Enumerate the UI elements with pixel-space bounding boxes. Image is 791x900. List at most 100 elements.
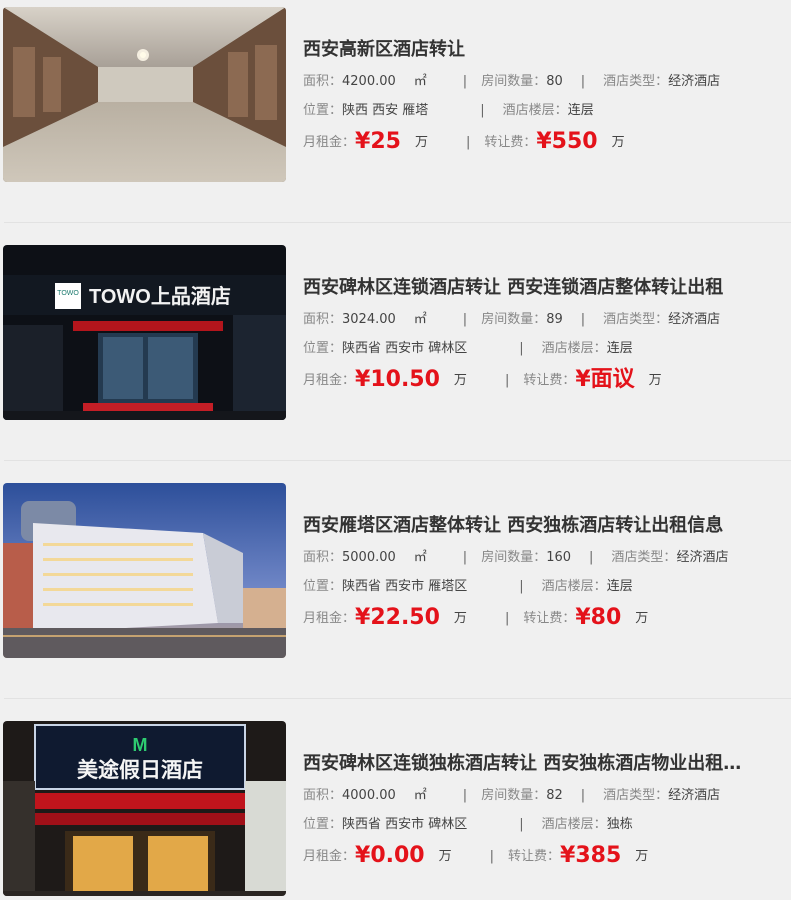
location-label: 位置： <box>303 579 343 594</box>
rooms-value: 89 <box>546 312 563 327</box>
rent-label: 月租金： <box>303 373 356 388</box>
location-value: 陕西省 西安市 碑林区 <box>342 817 468 832</box>
separator: | <box>462 74 468 89</box>
banquet-hall-image <box>3 7 286 182</box>
separator: | <box>462 312 468 327</box>
rooms-label: 房间数量： <box>481 788 547 803</box>
rent-value: ¥0.00 <box>355 843 425 868</box>
listing-price-row: 月租金：¥10.50 万 | 转让费：¥面议万 <box>303 365 787 395</box>
metu-holiday-inn-storefront-image: M 美途假日酒店 <box>3 721 286 896</box>
towo-storefront-image: TOWO TOWO上品酒店 <box>3 245 286 420</box>
hotel-building-dusk-image <box>3 483 286 658</box>
floor-value: 连层 <box>606 579 633 594</box>
fee-unit: 万 <box>635 611 649 626</box>
location-value: 陕西省 西安市 碑林区 <box>342 341 468 356</box>
area-label: 面积： <box>303 788 343 803</box>
listing-stats-row: 面积：3024.00 ㎡ | 房间数量：89 | 酒店类型：经济酒店 <box>303 310 787 330</box>
rent-value: ¥22.50 <box>355 605 440 630</box>
listing-thumbnail-hotel-building[interactable] <box>3 483 286 658</box>
separator: | <box>480 103 485 118</box>
hotel-listing-list: 西安高新区酒店转让 面积：4200.00 ㎡ | 房间数量：80 | 酒店类型：经济酒店 … <box>0 0 791 900</box>
area-unit: ㎡ <box>413 788 427 803</box>
listing-location-row: 位置：陕西省 西安市 碑林区 | 酒店楼层：独栋 <box>303 815 787 835</box>
listing-stats-row: 面积：5000.00 ㎡ | 房间数量：160 | 酒店类型：经济酒店 <box>303 548 787 568</box>
listing-title[interactable]: 西安碑林区连锁酒店转让 西安连锁酒店整体转让出租 <box>303 273 787 299</box>
area-label: 面积： <box>303 312 343 327</box>
floor-label: 酒店楼层： <box>541 817 607 832</box>
listing-thumbnail-metu-hotel[interactable]: M 美途假日酒店 <box>3 721 286 896</box>
listing-title[interactable]: 西安雁塔区酒店整体转让 西安独栋酒店转让出租信息 <box>303 511 787 537</box>
listing-price-row: 月租金：¥22.50 万 | 转让费：¥80 万 <box>303 603 787 633</box>
type-label: 酒店类型： <box>611 550 677 565</box>
location-value: 陕西省 西安市 雁塔区 <box>342 579 468 594</box>
type-label: 酒店类型： <box>603 312 669 327</box>
type-value: 经济酒店 <box>668 74 721 89</box>
separator: | <box>462 550 468 565</box>
listing-location-row: 位置：陕西 西安 雁塔 | 酒店楼层：连层 <box>303 101 787 121</box>
area-unit: ㎡ <box>413 312 427 327</box>
separator: | <box>504 373 510 388</box>
rent-unit: 万 <box>453 611 467 626</box>
type-value: 经济酒店 <box>668 312 721 327</box>
fee-value: ¥面议 <box>575 367 635 392</box>
area-label: 面积： <box>303 550 343 565</box>
floor-value: 独栋 <box>606 817 633 832</box>
listing-title[interactable]: 西安碑林区连锁独栋酒店转让 西安独栋酒店物业出租… <box>303 749 787 775</box>
separator: | <box>462 788 468 803</box>
separator: | <box>580 788 586 803</box>
location-label: 位置： <box>303 103 343 118</box>
separator: | <box>519 341 524 356</box>
rooms-label: 房间数量： <box>481 74 547 89</box>
separator: | <box>465 135 471 150</box>
fee-unit: 万 <box>635 849 649 864</box>
separator: | <box>519 579 524 594</box>
fee-value: ¥385 <box>560 843 622 868</box>
separator: | <box>580 312 586 327</box>
floor-label: 酒店楼层： <box>502 103 568 118</box>
type-label: 酒店类型： <box>603 788 669 803</box>
separator: | <box>580 74 586 89</box>
location-value: 陕西 西安 雁塔 <box>342 103 429 118</box>
floor-value: 连层 <box>606 341 633 356</box>
fee-unit: 万 <box>648 373 662 388</box>
rent-value: ¥25 <box>355 129 401 154</box>
fee-value: ¥80 <box>575 605 622 630</box>
area-label: 面积： <box>303 74 343 89</box>
listing-stats-row: 面积：4000.00 ㎡ | 房间数量：82 | 酒店类型：经济酒店 <box>303 786 787 806</box>
separator: | <box>504 611 510 626</box>
area-value: 5000.00 <box>342 550 396 565</box>
rent-unit: 万 <box>438 849 452 864</box>
listing-thumbnail-banquet-hall[interactable] <box>3 7 286 182</box>
fee-label: 转让费： <box>484 135 537 150</box>
separator: | <box>589 550 594 565</box>
rooms-value: 82 <box>546 788 563 803</box>
listing-card[interactable]: 西安高新区酒店转让 面积：4200.00 ㎡ | 房间数量：80 | 酒店类型：经济酒店 … <box>0 7 791 221</box>
fee-label: 转让费： <box>523 373 576 388</box>
listing-location-row: 位置：陕西省 西安市 雁塔区 | 酒店楼层：连层 <box>303 577 787 597</box>
rent-label: 月租金： <box>303 611 356 626</box>
listing-card[interactable]: M 美途假日酒店 西安碑林区连锁独栋酒店转让 西安独栋酒店物业出租… 面积：40… <box>0 698 791 900</box>
rent-label: 月租金： <box>303 135 356 150</box>
area-value: 4200.00 <box>342 74 396 89</box>
location-label: 位置： <box>303 341 343 356</box>
metu-logo-m-icon: M <box>133 735 148 755</box>
listing-card[interactable]: 西安雁塔区酒店整体转让 西安独栋酒店转让出租信息 面积：5000.00 ㎡ | 房间数… <box>0 460 791 697</box>
listing-price-row: 月租金：¥0.00 万 | 转让费：¥385 万 <box>303 841 787 871</box>
rooms-value: 160 <box>546 550 572 565</box>
listing-title[interactable]: 西安高新区酒店转让 <box>303 35 787 61</box>
location-label: 位置： <box>303 817 343 832</box>
fee-value: ¥550 <box>536 129 598 154</box>
fee-unit: 万 <box>611 135 625 150</box>
listing-card[interactable]: TOWO TOWO上品酒店 西安碑林区连锁酒店转让 西安连锁酒店整体转让出租 面… <box>0 222 791 459</box>
listing-thumbnail-towo-hotel[interactable]: TOWO TOWO上品酒店 <box>3 245 286 420</box>
type-label: 酒店类型： <box>603 74 669 89</box>
towo-logo-text: TOWO <box>57 290 79 297</box>
rent-unit: 万 <box>414 135 428 150</box>
listing-stats-row: 面积：4200.00 ㎡ | 房间数量：80 | 酒店类型：经济酒店 <box>303 72 787 92</box>
area-unit: ㎡ <box>413 74 427 89</box>
fee-label: 转让费： <box>523 611 576 626</box>
rooms-value: 80 <box>546 74 563 89</box>
rooms-label: 房间数量： <box>481 550 547 565</box>
rent-unit: 万 <box>453 373 467 388</box>
area-unit: ㎡ <box>413 550 427 565</box>
